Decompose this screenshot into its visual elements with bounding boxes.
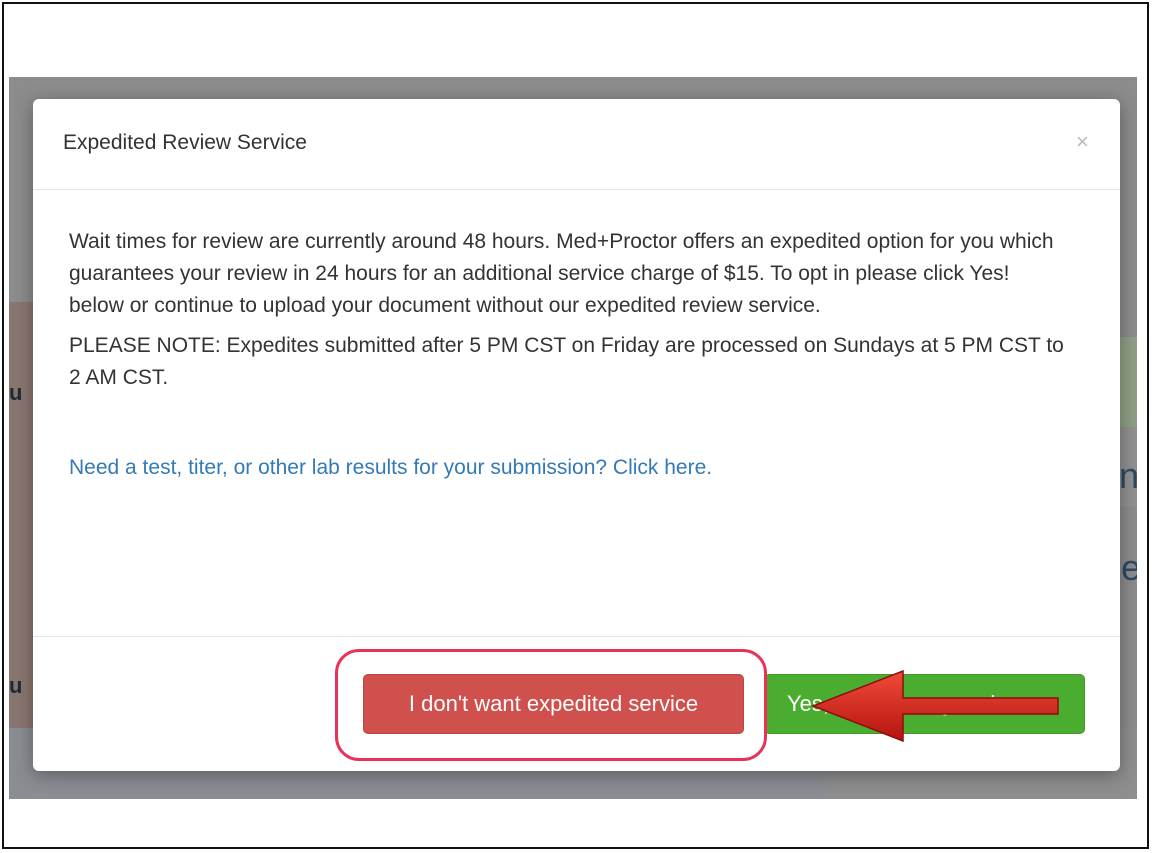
modal-body: Wait times for review are currently arou… [69,226,1069,484]
highlight-ring-annotation [335,649,767,761]
modal-footer-divider [33,636,1120,637]
background-text-fragment: u [9,380,23,405]
red-arrow-annotation [810,669,1059,743]
background-text-fragment: u [9,673,23,698]
close-icon[interactable]: × [1070,127,1094,155]
wait-time-message: Wait times for review are currently arou… [69,230,1054,317]
expedited-review-modal: Expedited Review Service × Wait times fo… [33,99,1120,771]
lab-results-link[interactable]: Need a test, titer, or other lab results… [69,452,1069,484]
please-note-message: PLEASE NOTE: Expedites submitted after 5… [69,334,1064,389]
background-text-fragment: er [1121,547,1137,588]
modal-title: Expedited Review Service [63,131,307,154]
background-text-fragment: n [1119,455,1137,496]
modal-header: Expedited Review Service × [33,99,1120,190]
